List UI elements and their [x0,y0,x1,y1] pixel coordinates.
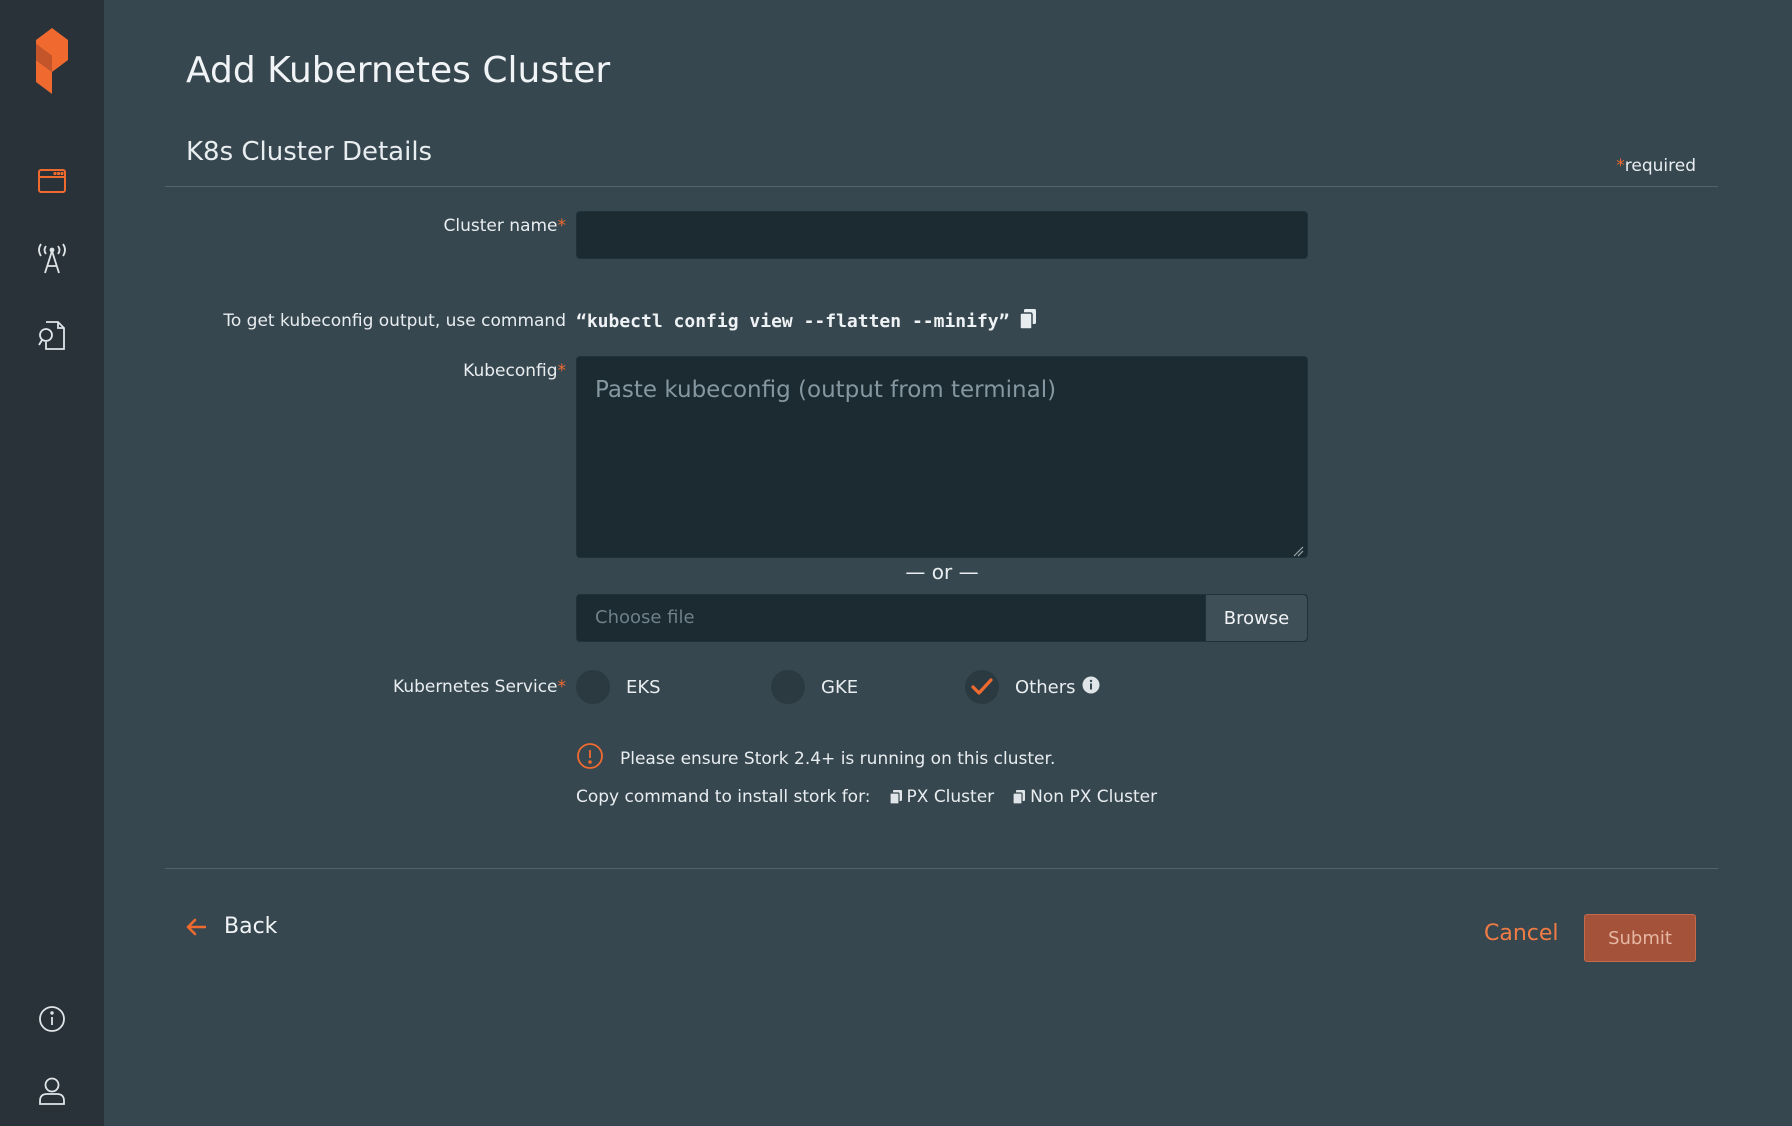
kubernetes-service-label-text: Kubernetes Service [393,677,558,697]
kubeconfig-label: Kubeconfig* [463,361,566,381]
warning-info-icon [576,742,604,775]
checkmark-icon [971,678,993,695]
radio-eks[interactable] [576,670,610,704]
browser-window-icon[interactable] [0,167,104,195]
kubeconfig-label-text: Kubeconfig [463,361,558,381]
stork-info-block: Please ensure Stork 2.4+ is running on t… [576,742,1157,807]
sidebar [0,0,104,1126]
footer-divider [165,868,1718,869]
section-divider [165,186,1718,187]
logo-icon[interactable] [0,26,104,96]
radio-others[interactable] [965,670,999,704]
stork-copy-label: Copy command to install stork for: [576,787,871,807]
page-title: Add Kubernetes Cluster [186,50,611,91]
back-label: Back [224,914,278,939]
required-note: *required [1616,156,1696,176]
kubeconfig-command: “kubectl config view --flatten --minify” [576,308,1037,335]
service-option-eks[interactable]: EKS [576,670,661,704]
choose-file-input[interactable]: Choose file [577,595,1205,641]
radio-gke-label: GKE [821,676,859,698]
main-content: Add Kubernetes Cluster K8s Cluster Detai… [104,0,1792,1126]
document-search-icon[interactable] [0,320,104,352]
radio-eks-label: EKS [626,676,661,698]
broadcast-tower-icon[interactable] [0,243,104,275]
non-px-cluster-link-label: Non PX Cluster [1030,787,1158,807]
browse-button[interactable]: Browse [1205,595,1307,641]
cluster-name-label: Cluster name* [444,216,566,236]
section-title: K8s Cluster Details [186,137,433,167]
back-button[interactable]: Back [186,914,277,939]
radio-gke[interactable] [771,670,805,704]
px-cluster-link-label: PX Cluster [906,787,995,807]
info-icon[interactable] [0,1005,104,1033]
kubeconfig-required-star: * [557,361,567,381]
kubernetes-service-label: Kubernetes Service* [393,677,566,697]
user-icon[interactable] [0,1076,104,1106]
copy-px-cluster-link[interactable]: PX Cluster [888,787,995,807]
kubeconfig-command-text: “kubectl config view --flatten --minify” [576,311,1010,332]
kubernetes-service-required-star: * [557,677,567,697]
or-separator: — or — [905,560,979,584]
cluster-name-input[interactable] [576,211,1308,259]
resize-handle-icon[interactable] [1292,542,1304,561]
service-option-gke[interactable]: GKE [771,670,858,704]
cluster-name-required-star: * [557,216,567,236]
kubeconfig-textarea[interactable] [576,356,1308,558]
required-text: required [1624,156,1696,176]
submit-button[interactable]: Submit [1584,914,1696,962]
file-chooser[interactable]: Choose file Browse [576,594,1308,642]
copy-non-px-cluster-link[interactable]: Non PX Cluster [1012,787,1157,807]
cancel-button[interactable]: Cancel [1484,921,1559,946]
arrow-left-icon [186,918,206,935]
cluster-name-label-text: Cluster name [443,216,558,236]
radio-others-label: Others [1015,676,1076,698]
required-star: * [1616,156,1625,176]
copy-command-icon[interactable] [1019,308,1037,335]
copy-icon [1012,790,1026,805]
others-info-icon[interactable] [1082,676,1100,698]
copy-icon [888,790,902,805]
stork-notice-text: Please ensure Stork 2.4+ is running on t… [620,748,1056,769]
service-option-others[interactable]: Others [965,670,1100,704]
kubeconfig-hint-label: To get kubeconfig output, use command [223,311,566,331]
